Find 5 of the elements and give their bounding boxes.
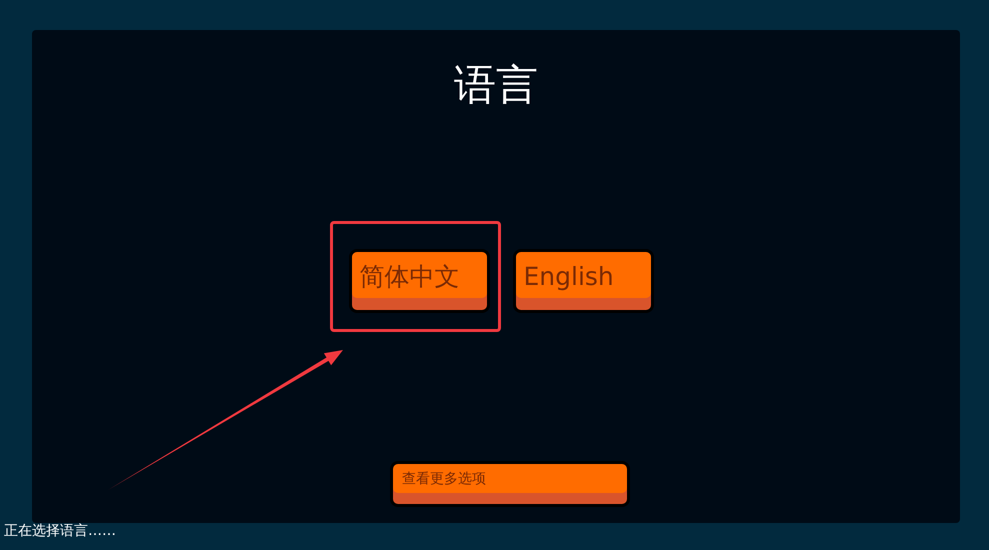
more-options-button[interactable]: 查看更多选项 <box>390 461 630 507</box>
language-button[interactable]: 简体中文 <box>348 249 490 313</box>
language-button[interactable]: English <box>512 249 654 313</box>
dialog-title: 语言 <box>454 61 538 109</box>
status-text: 正在选择语言…… <box>3 523 117 540</box>
